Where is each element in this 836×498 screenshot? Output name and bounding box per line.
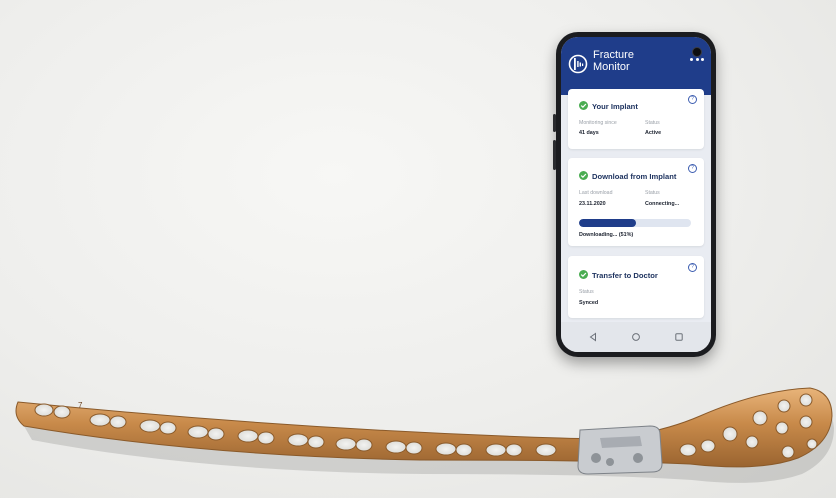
phone-screen: Fracture Monitor Your Implant ? Monitori… [561,37,711,352]
home-icon[interactable] [630,331,642,343]
help-icon[interactable]: ? [688,164,697,173]
front-camera [692,47,702,57]
check-icon [579,171,588,180]
sensor-module [577,425,663,475]
monitoring-since-label: Monitoring since [579,120,617,126]
app-header: Fracture Monitor [561,37,711,95]
transfer-card[interactable]: Transfer to Doctor ? Status Synced [568,256,704,318]
transfer-status-label: Status [579,289,594,295]
app-title: Fracture Monitor [593,49,634,73]
implant-status-value: Active [645,130,662,136]
implant-card[interactable]: Your Implant ? Monitoring since Status 4… [568,89,704,149]
download-status-label: Status [645,190,660,196]
download-status-value: Connecting... [645,201,680,207]
transfer-status-value: Synced [579,300,599,306]
monitoring-since-value: 41 days [579,130,599,136]
help-icon[interactable]: ? [688,263,697,272]
volume-button [553,114,556,132]
check-icon [579,101,588,110]
back-icon[interactable] [587,331,599,343]
help-icon[interactable]: ? [688,95,697,104]
logo-icon [568,54,588,74]
last-download-value: 23.11.2020 [579,201,606,207]
app-title-line1: Fracture [593,49,634,61]
implant-card-title: Your Implant [592,102,638,111]
smartphone: Fracture Monitor Your Implant ? Monitori… [553,32,716,357]
transfer-card-title: Transfer to Doctor [592,271,658,280]
app-title-line2: Monitor [593,61,630,73]
recents-icon[interactable] [673,331,685,343]
last-download-label: Last download [579,190,613,196]
menu-icon[interactable] [690,58,704,62]
power-button [553,140,556,170]
bone-plate-implant: 7 [15,387,834,483]
download-progress-fill [579,219,637,227]
implant-status-label: Status [645,120,660,126]
check-icon [579,270,588,279]
download-progress-bar [579,219,691,227]
download-card[interactable]: Download from Implant ? Last download St… [568,158,704,246]
download-progress-text: Downloading... (51%) [579,232,634,238]
download-card-title: Download from Implant [592,172,677,181]
plate-marking: 7 [78,401,83,410]
android-nav-bar [561,322,711,352]
